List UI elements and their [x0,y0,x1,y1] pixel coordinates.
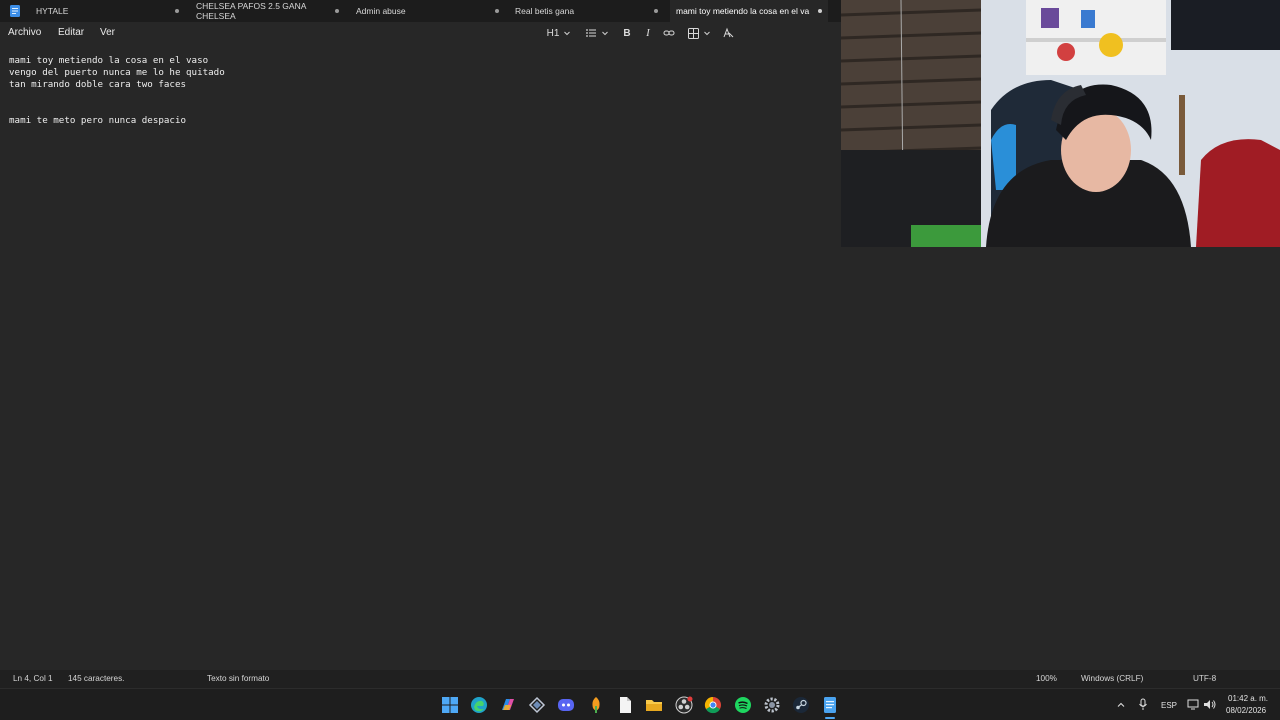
clock-time[interactable]: 01:42 a. m. [1228,694,1268,703]
chevron-down-icon [703,31,710,36]
chevron-down-icon [602,31,608,36]
editor-line: tan mirando doble cara two faces [9,79,187,90]
editor-line: mami te meto pero nunca despacio [9,115,187,126]
file-explorer-icon[interactable] [645,696,663,714]
clear-format-icon [723,27,734,38]
steam-icon[interactable] [792,696,810,714]
webcam-overlay [841,0,1280,247]
discord-icon[interactable] [557,696,575,714]
clock-date[interactable]: 08/02/2026 [1226,706,1266,715]
tab-hytale[interactable]: HYTALE [30,0,185,22]
unsaved-dot-icon [495,9,499,13]
tab-label: HYTALE [36,6,69,16]
character-count: 145 caracteres. [68,674,125,683]
tab-label: Admin abuse [356,6,406,16]
text-format[interactable]: Texto sin formato [207,674,269,683]
chrome-icon[interactable] [704,696,722,714]
status-bar: Ln 4, Col 1 145 caracteres. Texto sin fo… [0,670,1280,688]
vpn-icon[interactable] [528,696,546,714]
unsaved-dot-icon [175,9,179,13]
windows-start-icon[interactable] [441,696,459,714]
bold-button[interactable]: B [620,26,634,40]
editor-line: mami toy metiendo la cosa en el vaso [9,55,209,66]
heading-label: H1 [546,27,560,39]
obs-icon[interactable] [675,696,693,714]
language-indicator[interactable]: ESP [1161,701,1177,710]
encoding[interactable]: UTF-8 [1193,674,1216,683]
zoom-level[interactable]: 100% [1036,674,1057,683]
tab-label: mami toy metiendo la cosa en el va [676,6,810,16]
network-icon[interactable] [1187,699,1199,710]
tab-chelsea[interactable]: CHELSEA PAFOS 2.5 GANA CHELSEA [190,0,345,22]
webcam-image [841,0,1280,247]
chevron-up-icon[interactable] [1116,700,1126,710]
editor-line: vengo del puerto nunca me lo he quitado [9,67,225,78]
microphone-icon[interactable] [1138,698,1148,711]
table-dropdown[interactable] [686,26,712,40]
menu-ver[interactable]: Ver [100,27,115,38]
volume-icon[interactable] [1203,699,1216,710]
unsaved-dot-icon [335,9,339,13]
taskbar: ESP 01:42 a. m. 08/02/2026 [0,688,1280,720]
tab-real-betis[interactable]: Real betis gana [509,0,664,22]
chevron-down-icon [564,31,571,36]
unsaved-dot-icon [654,9,658,13]
tab-active[interactable]: mami toy metiendo la cosa en el va [670,0,828,22]
menu-bar: Archivo Editar Ver H1 B I [0,22,841,44]
unsaved-dot-icon [818,9,822,13]
tab-label: CHELSEA PAFOS 2.5 GANA CHELSEA [196,1,306,21]
menu-editar[interactable]: Editar [58,27,84,38]
list-icon [586,29,596,37]
notepad-icon[interactable] [821,696,839,714]
settings-icon[interactable] [763,696,781,714]
tab-admin-abuse[interactable]: Admin abuse [350,0,505,22]
cursor-position[interactable]: Ln 4, Col 1 [13,674,53,683]
edge-icon[interactable] [470,696,488,714]
tab-label: Real betis gana [515,6,575,16]
active-app-indicator [825,717,835,719]
fl-studio-icon[interactable] [587,696,605,714]
link-icon [663,30,675,36]
list-dropdown[interactable] [584,26,610,40]
clear-format-button[interactable] [721,26,735,40]
tab-bar: HYTALE CHELSEA PAFOS 2.5 GANA CHELSEA Ad… [0,0,841,22]
line-ending[interactable]: Windows (CRLF) [1081,674,1143,683]
link-button[interactable] [662,26,676,40]
text-editor[interactable]: mami toy metiendo la cosa en el vaso ven… [0,44,841,668]
notepad-app-icon [10,5,20,17]
copilot-icon[interactable] [499,696,517,714]
spotify-icon[interactable] [734,696,752,714]
file-icon[interactable] [616,696,634,714]
italic-button[interactable]: I [641,26,655,40]
table-icon [687,27,699,39]
menu-archivo[interactable]: Archivo [8,27,41,38]
heading-dropdown[interactable]: H1 [545,26,573,40]
